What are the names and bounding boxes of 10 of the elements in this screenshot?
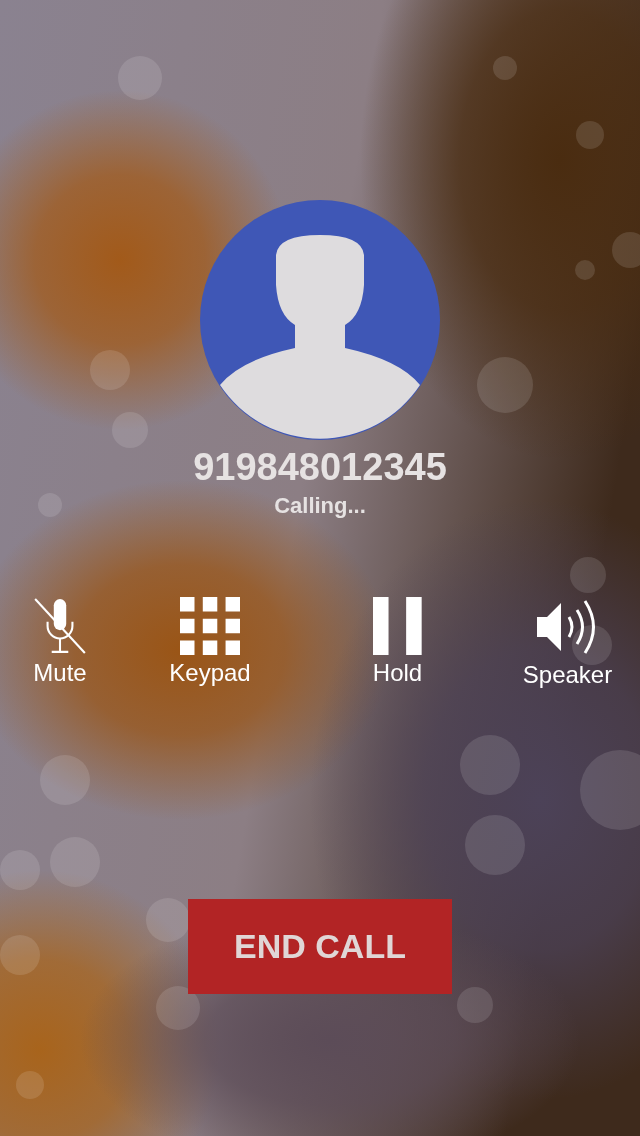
mute-button[interactable]: Mute — [0, 597, 120, 687]
speaker-button[interactable]: Speaker — [495, 597, 640, 689]
end-call-button[interactable]: END CALL — [188, 899, 452, 994]
phone-number: 919848012345 — [193, 446, 447, 489]
keypad-icon — [179, 597, 241, 655]
hold-button[interactable]: Hold — [300, 597, 495, 687]
pause-icon — [372, 597, 423, 655]
avatar-silhouette-icon — [200, 200, 440, 440]
keypad-button[interactable]: Keypad — [120, 597, 300, 687]
call-status: Calling... — [274, 493, 366, 519]
